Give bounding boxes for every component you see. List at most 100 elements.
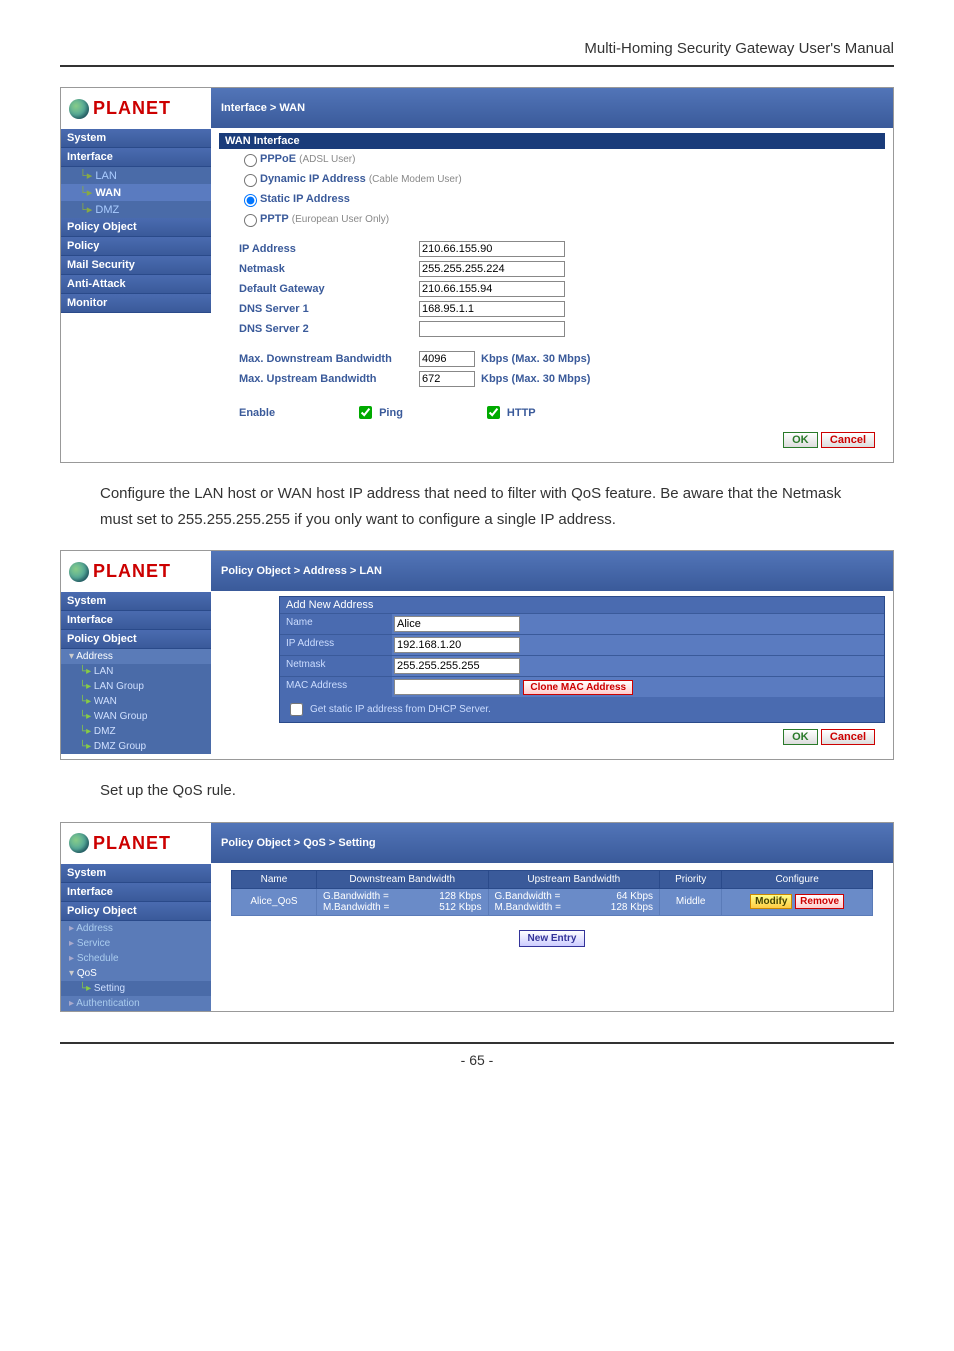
nav-interface[interactable]: Interface <box>61 611 211 630</box>
nav-qos[interactable]: ▾ QoS <box>61 966 211 981</box>
ok-button[interactable]: OK <box>783 729 818 745</box>
nav-service[interactable]: ▸ Service <box>61 936 211 951</box>
cell-configure: Modify Remove <box>722 888 873 915</box>
input-max-up[interactable] <box>419 371 475 387</box>
label-max-up: Max. Upstream Bandwidth <box>239 373 419 385</box>
nav-lan[interactable]: └▸ LAN <box>61 167 211 184</box>
input-default-gateway[interactable] <box>419 281 565 297</box>
cancel-button[interactable]: Cancel <box>821 729 875 745</box>
col-priority: Priority <box>660 870 722 888</box>
ok-button[interactable]: OK <box>783 432 818 448</box>
radio-pppoe[interactable]: PPPoE (ADSL User) <box>219 149 885 169</box>
nav-monitor[interactable]: Monitor <box>61 294 211 313</box>
add-address-title: Add New Address <box>280 597 884 613</box>
label-dns2: DNS Server 2 <box>239 323 419 335</box>
nav-schedule[interactable]: ▸ Schedule <box>61 951 211 966</box>
screenshot-qos-setting: PLANET Policy Object > QoS > Setting Sys… <box>60 822 894 1012</box>
checkbox-ping[interactable] <box>359 406 372 419</box>
nav-sidebar: System Interface └▸ LAN └▸ WAN └▸ DMZ Po… <box>61 129 211 313</box>
label-ip-address: IP Address <box>239 243 419 255</box>
input-mac[interactable] <box>394 679 520 695</box>
nav-addr-wan[interactable]: └▸ WAN <box>61 694 211 709</box>
nav-address[interactable]: ▾ Address <box>61 649 211 664</box>
radio-dynamic-ip[interactable]: Dynamic IP Address (Cable Modem User) <box>219 169 885 189</box>
label-name: Name <box>280 614 392 634</box>
breadcrumb: Policy Object > QoS > Setting <box>211 823 893 863</box>
nav-system[interactable]: System <box>61 129 211 148</box>
label-ipaddr: IP Address <box>280 635 392 655</box>
logo: PLANET <box>61 823 211 864</box>
label-ping: Ping <box>379 407 403 419</box>
nav-address[interactable]: ▸ Address <box>61 921 211 936</box>
input-ip-address[interactable] <box>419 241 565 257</box>
nav-addr-dmzgroup[interactable]: └▸ DMZ Group <box>61 739 211 754</box>
remove-button[interactable]: Remove <box>795 894 844 909</box>
nav-policy[interactable]: Policy <box>61 237 211 256</box>
logo: PLANET <box>61 551 211 592</box>
input-max-down[interactable] <box>419 351 475 367</box>
body-text-2: Set up the QoS rule. <box>60 778 894 804</box>
nav-addr-wangroup[interactable]: └▸ WAN Group <box>61 709 211 724</box>
clone-mac-button[interactable]: Clone MAC Address <box>523 680 633 695</box>
new-entry-button[interactable]: New Entry <box>519 930 586 947</box>
table-row: Alice_QoS G.Bandwidth =128 Kbps M.Bandwi… <box>232 888 873 915</box>
nav-wan[interactable]: └▸ WAN <box>61 184 211 201</box>
nav-system[interactable]: System <box>61 592 211 611</box>
globe-icon <box>69 99 89 119</box>
globe-icon <box>69 562 89 582</box>
input-netmask[interactable] <box>419 261 565 277</box>
nav-sidebar: System Interface Policy Object ▸ Address… <box>61 864 211 1011</box>
label-netmask: Netmask <box>239 263 419 275</box>
nav-addr-lan[interactable]: └▸ LAN <box>61 664 211 679</box>
cell-priority: Middle <box>660 888 722 915</box>
radio-pptp[interactable]: PPTP (European User Only) <box>219 209 885 229</box>
body-text-1: Configure the LAN host or WAN host IP ad… <box>60 481 894 532</box>
nav-policy-object[interactable]: Policy Object <box>61 218 211 237</box>
input-name[interactable] <box>394 616 520 632</box>
globe-icon <box>69 833 89 853</box>
label-mac: MAC Address <box>280 677 392 697</box>
nav-anti-attack[interactable]: Anti-Attack <box>61 275 211 294</box>
input-ipaddr[interactable] <box>394 637 520 653</box>
nav-authentication[interactable]: ▸ Authentication <box>61 996 211 1011</box>
checkbox-dhcp[interactable] <box>290 703 303 716</box>
breadcrumb: Policy Object > Address > LAN <box>211 551 893 591</box>
nav-policy-object[interactable]: Policy Object <box>61 902 211 921</box>
nav-addr-dmz[interactable]: └▸ DMZ <box>61 724 211 739</box>
nav-system[interactable]: System <box>61 864 211 883</box>
unit-down: Kbps (Max. 30 Mbps) <box>481 353 590 365</box>
label-netmask: Netmask <box>280 656 392 676</box>
unit-up: Kbps (Max. 30 Mbps) <box>481 373 590 385</box>
col-configure: Configure <box>722 870 873 888</box>
radio-static-ip[interactable]: Static IP Address <box>219 189 885 209</box>
checkbox-http[interactable] <box>487 406 500 419</box>
nav-sidebar: System Interface Policy Object ▾ Address… <box>61 592 211 754</box>
qos-table: Name Downstream Bandwidth Upstream Bandw… <box>231 870 873 916</box>
logo-text: PLANET <box>93 561 171 582</box>
cell-up: G.Bandwidth =64 Kbps M.Bandwidth =128 Kb… <box>488 888 660 915</box>
label-enable: Enable <box>239 407 275 419</box>
nav-dmz[interactable]: └▸ DMZ <box>61 201 211 218</box>
nav-mail-security[interactable]: Mail Security <box>61 256 211 275</box>
col-down: Downstream Bandwidth <box>316 870 488 888</box>
page-number: - 65 - <box>60 1042 894 1068</box>
doc-header: Multi-Homing Security Gateway User's Man… <box>60 40 894 67</box>
logo-text: PLANET <box>93 833 171 854</box>
input-netmask2[interactable] <box>394 658 520 674</box>
cell-name: Alice_QoS <box>232 888 317 915</box>
input-dns2[interactable] <box>419 321 565 337</box>
nav-addr-langroup[interactable]: └▸ LAN Group <box>61 679 211 694</box>
cancel-button[interactable]: Cancel <box>821 432 875 448</box>
modify-button[interactable]: Modify <box>750 894 792 909</box>
logo-text: PLANET <box>93 98 171 119</box>
nav-interface[interactable]: Interface <box>61 883 211 902</box>
screenshot-wan-interface: PLANET Interface > WAN System Interface … <box>60 87 894 463</box>
col-name: Name <box>232 870 317 888</box>
nav-policy-object[interactable]: Policy Object <box>61 630 211 649</box>
col-up: Upstream Bandwidth <box>488 870 660 888</box>
nav-qos-setting[interactable]: └▸ Setting <box>61 981 211 996</box>
input-dns1[interactable] <box>419 301 565 317</box>
nav-interface[interactable]: Interface <box>61 148 211 167</box>
breadcrumb: Interface > WAN <box>211 88 893 128</box>
label-default-gateway: Default Gateway <box>239 283 419 295</box>
